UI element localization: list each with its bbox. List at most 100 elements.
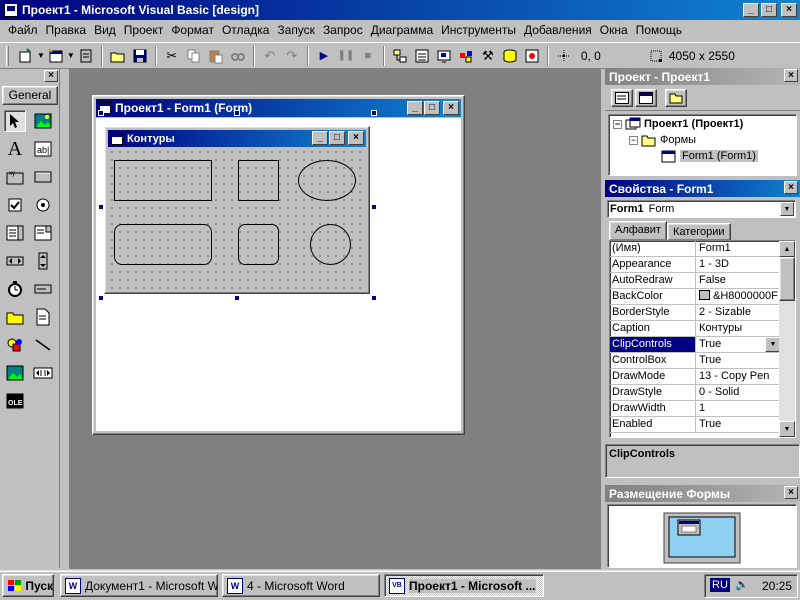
tab-alphabetic[interactable]: Алфавит xyxy=(609,221,667,240)
taskbar-item-vb-project[interactable]: VB Проект1 - Microsoft ... xyxy=(384,574,544,597)
property-value[interactable]: 1 xyxy=(696,401,781,416)
design-form[interactable]: Контуры _ □ × xyxy=(104,126,370,294)
picturebox-tool-icon[interactable] xyxy=(32,110,54,132)
property-row[interactable]: Enabled True xyxy=(610,417,781,433)
resize-handle[interactable] xyxy=(234,110,240,116)
image-tool-icon[interactable] xyxy=(4,362,26,384)
toolbox-tab-general[interactable]: General xyxy=(2,86,58,105)
data-view-icon[interactable] xyxy=(499,45,521,67)
close-button[interactable]: × xyxy=(784,486,798,499)
property-row[interactable]: Caption Контуры xyxy=(610,321,781,337)
pointer-tool-icon[interactable] xyxy=(4,110,26,132)
property-row[interactable]: ControlBox True xyxy=(610,353,781,369)
property-value[interactable]: &H8000000F xyxy=(696,289,781,304)
property-row[interactable]: ClipControls True ▼ xyxy=(610,337,781,353)
menu-edit[interactable]: Правка xyxy=(42,20,91,41)
tab-categorized[interactable]: Категории xyxy=(666,223,731,240)
pause-icon[interactable]: ❚❚ xyxy=(335,45,357,67)
menu-tools[interactable]: Инструменты xyxy=(437,20,520,41)
language-indicator[interactable]: RU xyxy=(710,578,730,592)
restore-button[interactable]: □ xyxy=(761,3,777,17)
close-button[interactable]: × xyxy=(348,131,364,145)
property-value[interactable]: True xyxy=(696,353,781,368)
paste-icon[interactable] xyxy=(205,45,227,67)
save-icon[interactable] xyxy=(129,45,151,67)
property-row[interactable]: AutoRedraw False xyxy=(610,273,781,289)
timer-tool-icon[interactable] xyxy=(4,278,26,300)
minimize-button[interactable]: _ xyxy=(743,3,759,17)
chevron-down-icon[interactable]: ▼ xyxy=(67,51,75,60)
menu-window[interactable]: Окна xyxy=(596,20,632,41)
tree-root[interactable]: − Проект1 (Проект1) xyxy=(613,117,743,131)
open-icon[interactable] xyxy=(107,45,129,67)
maximize-button[interactable]: □ xyxy=(329,131,345,145)
property-row[interactable]: DrawMode 13 - Copy Pen xyxy=(610,369,781,385)
menu-debug[interactable]: Отладка xyxy=(218,20,273,41)
form-layout-area[interactable] xyxy=(607,504,797,568)
menu-diagram[interactable]: Диаграмма xyxy=(367,20,437,41)
chevron-down-icon[interactable]: ▼ xyxy=(37,51,45,60)
property-value[interactable]: 2 - Sizable xyxy=(696,305,781,320)
menu-query[interactable]: Запрос xyxy=(319,20,367,41)
form-designer-titlebar[interactable]: Проект1 - Form1 (Form) _ □ × xyxy=(96,99,461,117)
clock[interactable]: 20:25 xyxy=(762,579,792,593)
shape-rounded-rectangle[interactable] xyxy=(114,224,212,265)
toolbox-icon[interactable]: ⚒ xyxy=(477,45,499,67)
resize-handle[interactable] xyxy=(371,295,377,301)
form-layout-titlebar[interactable]: Размещение Формы × xyxy=(605,485,800,502)
resize-handle[interactable] xyxy=(234,295,240,301)
menu-format[interactable]: Формат xyxy=(167,20,218,41)
data-tool-icon[interactable] xyxy=(32,362,54,384)
property-value[interactable]: 1 - 3D xyxy=(696,257,781,272)
frame-tool-icon[interactable]: xy xyxy=(4,166,26,188)
shape-tool-icon[interactable] xyxy=(4,334,26,356)
object-selector[interactable]: Form1 Form ▼ xyxy=(607,200,796,218)
design-form-titlebar[interactable]: Контуры _ □ × xyxy=(108,130,366,147)
shape-rounded-square[interactable] xyxy=(238,224,279,265)
cut-icon[interactable]: ✂ xyxy=(161,45,183,67)
menu-view[interactable]: Вид xyxy=(90,20,120,41)
resize-handle[interactable] xyxy=(98,204,104,210)
property-row[interactable]: Appearance 1 - 3D xyxy=(610,257,781,273)
property-value[interactable]: True xyxy=(696,417,781,432)
view-code-icon[interactable] xyxy=(611,89,633,107)
form-designer-canvas[interactable]: Контуры _ □ × xyxy=(96,110,461,431)
property-row[interactable]: (Имя) Form1 xyxy=(610,241,781,257)
form-layout-icon[interactable] xyxy=(433,45,455,67)
shape-square[interactable] xyxy=(238,160,279,201)
menu-file[interactable]: Файл xyxy=(4,20,42,41)
vscrollbar-tool-icon[interactable] xyxy=(32,250,54,272)
run-icon[interactable]: ▶ xyxy=(313,45,335,67)
component-manager-icon[interactable] xyxy=(521,45,543,67)
ole-tool-icon[interactable]: OLE xyxy=(4,390,26,412)
dirlistbox-tool-icon[interactable] xyxy=(4,306,26,328)
checkbox-tool-icon[interactable] xyxy=(4,194,26,216)
commandbutton-tool-icon[interactable] xyxy=(32,166,54,188)
maximize-button[interactable]: □ xyxy=(424,101,440,115)
start-button[interactable]: Пуск xyxy=(2,574,54,597)
listbox-tool-icon[interactable] xyxy=(32,222,54,244)
resize-handle[interactable] xyxy=(371,204,377,210)
chevron-down-icon[interactable]: ▼ xyxy=(780,202,794,216)
menu-project[interactable]: Проект xyxy=(120,20,168,41)
view-object-icon[interactable] xyxy=(635,89,657,107)
object-browser-icon[interactable] xyxy=(455,45,477,67)
monitor-icon[interactable] xyxy=(608,505,794,567)
property-value[interactable]: 0 - Solid xyxy=(696,385,781,400)
shape-circle[interactable] xyxy=(310,224,351,265)
menu-help[interactable]: Помощь xyxy=(632,20,686,41)
taskbar-item-word-4[interactable]: W 4 - Microsoft Word xyxy=(222,574,380,597)
drivelistbox-tool-icon[interactable] xyxy=(32,278,54,300)
menu-addins[interactable]: Добавления xyxy=(520,20,596,41)
close-button[interactable]: × xyxy=(443,101,459,115)
minimize-button[interactable]: _ xyxy=(407,101,423,115)
find-icon[interactable] xyxy=(227,45,249,67)
resize-handle[interactable] xyxy=(98,295,104,301)
scroll-up-icon[interactable]: ▲ xyxy=(779,241,795,257)
textbox-tool-icon[interactable]: ab| xyxy=(32,138,54,160)
form-designer-window[interactable]: Проект1 - Form1 (Form) _ □ × Контуры _ □… xyxy=(92,95,465,435)
resize-handle[interactable] xyxy=(371,110,377,116)
optionbutton-tool-icon[interactable] xyxy=(32,194,54,216)
copy-icon[interactable] xyxy=(183,45,205,67)
tree-item-form1[interactable]: Form1 (Form1) xyxy=(661,149,758,163)
